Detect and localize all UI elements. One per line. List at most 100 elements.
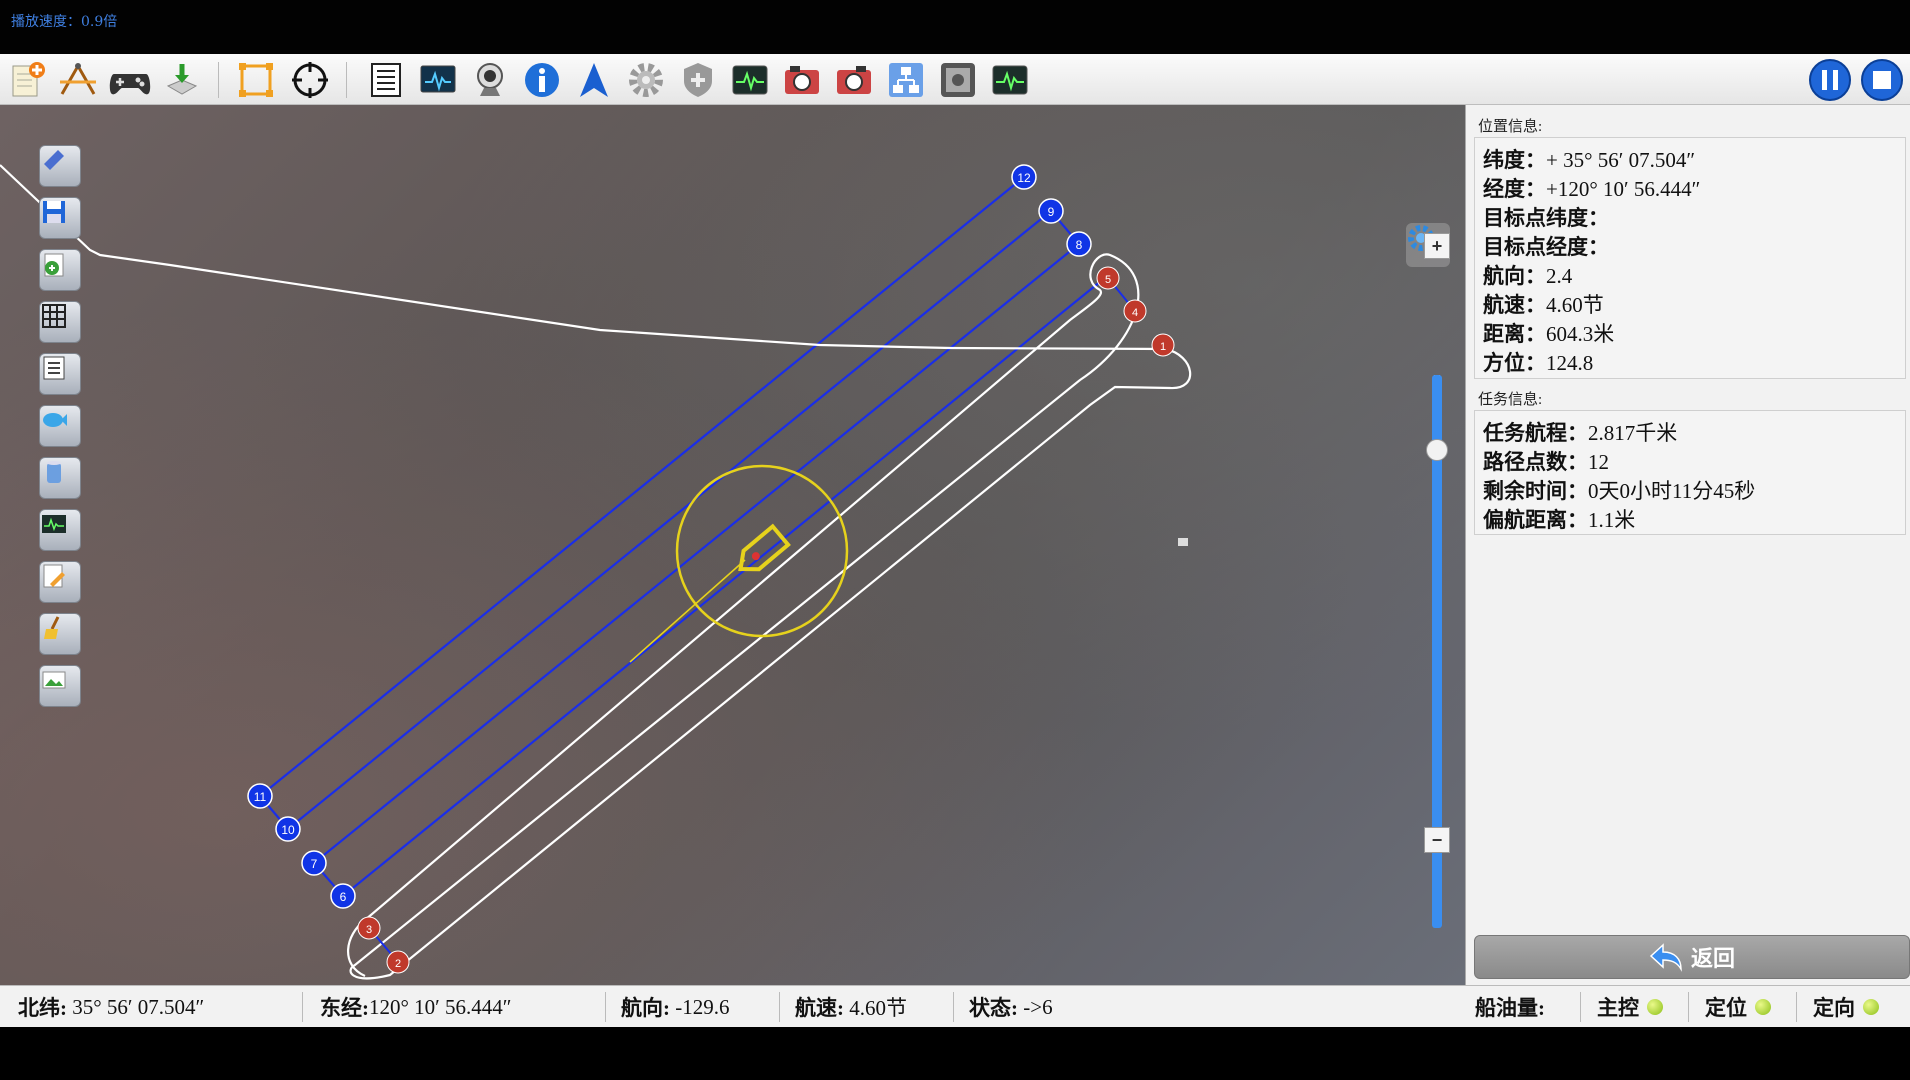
svg-text:3: 3 xyxy=(366,924,372,936)
save-icon[interactable] xyxy=(39,197,81,239)
pause-icon[interactable] xyxy=(1808,58,1852,102)
zoom-out-button[interactable]: − xyxy=(1424,827,1450,853)
edit-icon[interactable] xyxy=(39,561,81,603)
svg-text:10: 10 xyxy=(281,823,295,837)
target-crosshair-icon[interactable] xyxy=(288,58,332,102)
monitor-icon[interactable] xyxy=(416,58,460,102)
back-label: 返回 xyxy=(1690,946,1735,971)
waypoint-9[interactable]: 9 xyxy=(1038,198,1064,224)
top-bar: 播放速度：0.9倍 xyxy=(0,0,1910,54)
camera-2-icon[interactable] xyxy=(832,58,876,102)
waypoint-8[interactable]: 8 xyxy=(1066,231,1092,257)
status-lon-label: 东经: xyxy=(320,996,369,1020)
settings-gear-icon[interactable] xyxy=(624,58,668,102)
status-speed-value: 4.60节 xyxy=(849,996,907,1020)
remaining-time-label: 剩余时间： xyxy=(1483,479,1588,503)
lat-label: 纬度： xyxy=(1483,148,1546,172)
orientation-label: 定向 xyxy=(1813,996,1855,1020)
main-control-label: 主控 xyxy=(1597,996,1639,1020)
waypoint-10[interactable]: 10 xyxy=(275,816,301,842)
status-bar: 北纬: 35° 56′ 07.504″ 东经: 120° 10′ 56.444″ … xyxy=(0,985,1910,1027)
shield-icon[interactable] xyxy=(676,58,720,102)
broom-icon[interactable] xyxy=(39,613,81,655)
waypoint-12[interactable]: 12 xyxy=(1011,164,1037,190)
position-info-box: 纬度：+ 35° 56′ 07.504″ 经度：+120° 10′ 56.444… xyxy=(1474,137,1906,379)
waveform-monitor-icon[interactable] xyxy=(728,58,772,102)
svg-text:8: 8 xyxy=(1076,238,1083,252)
stop-icon[interactable] xyxy=(1860,58,1904,102)
info-icon[interactable] xyxy=(520,58,564,102)
back-button[interactable]: 返回 xyxy=(1474,935,1910,979)
bottom-black-area xyxy=(0,1027,1910,1080)
actual-track xyxy=(0,164,1192,980)
status-speed-label: 航速: xyxy=(795,996,844,1020)
chart-icon[interactable] xyxy=(39,509,81,551)
playback-speed-label: 播放速度：0.9倍 xyxy=(11,14,118,30)
heading-label: 航向： xyxy=(1483,264,1546,288)
status-state-value: ->6 xyxy=(1023,994,1053,1019)
back-arrow-icon xyxy=(1649,943,1682,972)
status-lon-value: 120° 10′ 56.444″ xyxy=(369,994,512,1019)
navigation-arrow-icon[interactable] xyxy=(572,58,616,102)
waypoint-4[interactable]: 4 xyxy=(1123,299,1147,323)
offtrack-label: 偏航距离： xyxy=(1483,508,1588,532)
route-planning-icon[interactable] xyxy=(56,58,100,102)
network-icon[interactable] xyxy=(884,58,928,102)
waveform-monitor-2-icon[interactable] xyxy=(988,58,1032,102)
speed-label: 航速： xyxy=(1483,293,1546,317)
waypoint-1[interactable]: 1 xyxy=(1151,333,1175,357)
main-control-status-icon xyxy=(1647,999,1663,1015)
lon-label: 经度： xyxy=(1483,177,1546,201)
svg-text:5: 5 xyxy=(1105,274,1111,286)
list-icon[interactable] xyxy=(364,58,408,102)
svg-text:7: 7 xyxy=(311,857,318,871)
lat-value: + 35° 56′ 07.504″ xyxy=(1546,148,1696,172)
cylinder-icon[interactable] xyxy=(39,457,81,499)
target-lat-label: 目标点纬度： xyxy=(1483,206,1609,230)
current-position-circle xyxy=(675,464,849,638)
status-heading-label: 航向: xyxy=(621,996,670,1020)
new-document-icon[interactable] xyxy=(6,58,50,102)
bearing-label: 方位： xyxy=(1483,351,1546,375)
map-view[interactable]: 12 9 8 11 10 7 6 5 4 1 3 2 + − xyxy=(0,105,1465,985)
fuel-label: 船油量: xyxy=(1475,996,1545,1020)
camera-icon[interactable] xyxy=(780,58,824,102)
grid-icon[interactable] xyxy=(39,301,81,343)
mission-range-value: 2.817千米 xyxy=(1588,421,1678,445)
orientation-status-icon xyxy=(1863,999,1879,1015)
gamepad-icon[interactable] xyxy=(108,58,152,102)
waypoint-7[interactable]: 7 xyxy=(301,850,327,876)
svg-text:12: 12 xyxy=(1017,171,1031,185)
waypoint-6[interactable]: 6 xyxy=(330,883,356,909)
svg-text:11: 11 xyxy=(254,790,267,804)
waypoint-count-value: 12 xyxy=(1588,450,1609,474)
fit-extent-icon[interactable] xyxy=(234,58,278,102)
image-icon[interactable] xyxy=(39,665,81,707)
recycle-icon[interactable] xyxy=(39,249,81,291)
info-panel: 位置信息: 纬度：+ 35° 56′ 07.504″ 经度：+120° 10′ … xyxy=(1465,105,1910,985)
svg-text:9: 9 xyxy=(1048,205,1055,219)
waypoint-11[interactable]: 11 xyxy=(247,783,273,809)
speed-value: 4.60节 xyxy=(1546,293,1604,317)
webcam-icon[interactable] xyxy=(468,58,512,102)
waypoint-2[interactable]: 2 xyxy=(386,950,410,974)
main-toolbar xyxy=(0,54,1910,105)
waypoint-5[interactable]: 5 xyxy=(1096,266,1120,290)
map-overlay: 12 9 8 11 10 7 6 5 4 1 3 2 xyxy=(0,164,1192,980)
positioning-status-icon xyxy=(1755,999,1771,1015)
list-icon[interactable] xyxy=(39,353,81,395)
distance-label: 距离： xyxy=(1483,322,1546,346)
status-heading-value: -129.6 xyxy=(675,994,730,1019)
zoom-slider-handle[interactable] xyxy=(1426,439,1448,461)
bearing-value: 124.8 xyxy=(1546,351,1594,375)
svg-text:1: 1 xyxy=(1160,341,1166,353)
fish-icon[interactable] xyxy=(39,405,81,447)
screen-capture-icon[interactable] xyxy=(936,58,980,102)
heading-value: 2.4 xyxy=(1546,264,1573,288)
download-icon[interactable] xyxy=(160,58,204,102)
ruler-icon[interactable] xyxy=(39,145,81,187)
zoom-in-button[interactable]: + xyxy=(1424,233,1450,259)
svg-text:2: 2 xyxy=(395,958,401,970)
waypoint-3[interactable]: 3 xyxy=(357,916,381,940)
planned-route xyxy=(258,176,1107,898)
